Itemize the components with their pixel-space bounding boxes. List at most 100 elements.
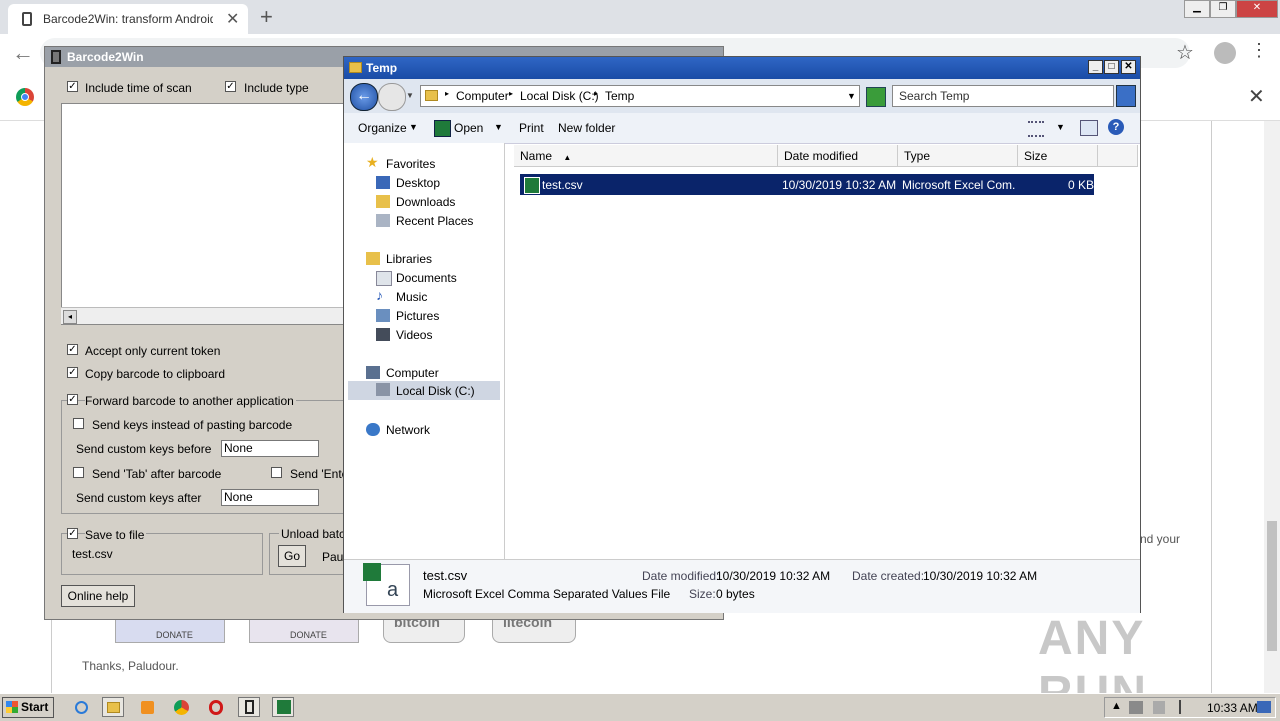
open-dropdown-icon[interactable]: ▼ (494, 122, 503, 132)
send-keys-instead-checkbox[interactable] (73, 418, 84, 429)
go-button[interactable]: Go (278, 545, 306, 567)
profile-avatar[interactable] (1214, 42, 1236, 64)
new-folder-button[interactable]: New folder (558, 121, 615, 135)
organize-dropdown-icon[interactable]: ▼ (409, 122, 418, 132)
organize-menu[interactable]: Organize (358, 121, 407, 135)
close-button[interactable]: ✕ (1121, 60, 1136, 74)
history-dropdown-icon[interactable]: ▼ (406, 91, 414, 100)
details-date-modified: 10/30/2019 10:32 AM (716, 569, 831, 583)
column-filler (1098, 145, 1138, 167)
page-text-fragment: nd your (1140, 532, 1181, 546)
volume-icon[interactable] (1153, 701, 1165, 714)
save-to-file-label: Save to file (85, 528, 147, 542)
view-options-icon[interactable] (1028, 121, 1044, 137)
network-tray-icon[interactable] (1129, 701, 1143, 714)
disk-icon (376, 383, 390, 396)
nav-favorites-label: Favorites (386, 157, 436, 171)
view-dropdown-icon[interactable]: ▼ (1056, 122, 1065, 132)
address-dropdown-icon[interactable]: ▼ (847, 91, 856, 101)
new-tab-button[interactable]: + (260, 4, 273, 30)
browser-menu-icon[interactable]: ⋮ (1250, 40, 1268, 61)
infobar-close-icon[interactable]: ✕ (1248, 84, 1265, 109)
crumb-computer[interactable]: Computer (456, 89, 509, 103)
send-tab-label: Send 'Tab' after barcode (92, 467, 222, 481)
nav-documents-label: Documents (396, 271, 457, 285)
column-type[interactable]: Type (898, 145, 1018, 167)
online-help-button[interactable]: Online help (61, 585, 135, 607)
search-icon[interactable] (1116, 85, 1136, 107)
search-input[interactable]: Search Temp (892, 85, 1114, 107)
custom-before-input[interactable]: None (221, 440, 319, 457)
file-row[interactable]: test.csv 10/30/2019 10:32 AM Microsoft E… (520, 174, 1094, 195)
send-enter-checkbox[interactable] (271, 467, 282, 478)
crumb-local-disk[interactable]: Local Disk (C:) (520, 89, 599, 103)
crumb-temp[interactable]: Temp (605, 89, 634, 103)
maximize-button[interactable]: □ (1104, 60, 1119, 74)
copy-clipboard-label: Copy barcode to clipboard (85, 367, 226, 381)
column-name[interactable]: Name ▲ (514, 145, 778, 167)
chrome-taskbar-icon[interactable] (170, 697, 192, 717)
nav-pictures-label: Pictures (396, 309, 440, 323)
tab-close-icon[interactable]: ✕ (226, 9, 239, 29)
back-arrow-icon[interactable]: ← (12, 40, 34, 66)
barcode2win-taskbar-icon[interactable] (238, 697, 260, 717)
accept-token-checkbox[interactable]: ✓ (67, 344, 78, 355)
videos-icon (376, 328, 390, 341)
details-file-name: test.csv (423, 568, 468, 583)
media-player-icon[interactable] (136, 697, 158, 717)
ie-icon[interactable] (70, 697, 92, 717)
column-date[interactable]: Date modified (778, 145, 898, 167)
custom-after-input[interactable]: None (221, 489, 319, 506)
scan-list[interactable] (61, 103, 353, 325)
window-restore-button[interactable]: ❐ (1210, 0, 1236, 18)
start-button[interactable]: Start (2, 697, 54, 718)
scrollbar-thumb[interactable] (1267, 521, 1277, 651)
breadcrumb[interactable]: ▸ Computer ▸ Local Disk (C:) ▸ Temp ▼ (420, 85, 860, 107)
nav-network-label: Network (386, 423, 431, 437)
save-to-file-checkbox[interactable]: ✓ (67, 528, 78, 539)
opera-icon[interactable] (204, 697, 226, 717)
window-minimize-button[interactable]: ▁ (1184, 0, 1210, 18)
star-icon: ★ (366, 154, 379, 170)
pause-button[interactable]: Pau (322, 550, 343, 564)
documents-icon (376, 271, 392, 286)
system-tray: ▲ 10:33 AM (1104, 697, 1276, 718)
column-size[interactable]: Size (1018, 145, 1098, 167)
clock[interactable]: 10:33 AM (1207, 701, 1258, 715)
send-tab-checkbox[interactable] (73, 467, 84, 478)
include-time-checkbox[interactable]: ✓ (67, 81, 78, 92)
forward-checkbox[interactable]: ✓ (67, 394, 78, 405)
forward-button[interactable] (378, 83, 406, 111)
preview-pane-icon[interactable] (1080, 120, 1098, 136)
copy-clipboard-checkbox[interactable]: ✓ (67, 367, 78, 378)
excel-taskbar-icon[interactable] (272, 697, 294, 717)
help-icon[interactable]: ? (1108, 119, 1124, 135)
tray-expand-icon[interactable]: ▲ (1111, 700, 1122, 712)
action-center-flag-icon[interactable] (1179, 700, 1189, 714)
explorer-taskbar-icon[interactable] (102, 697, 124, 717)
show-desktop-icon[interactable] (1257, 701, 1271, 713)
refresh-icon[interactable] (866, 87, 886, 107)
scroll-left-icon[interactable]: ◂ (63, 310, 77, 324)
nav-libraries-label: Libraries (386, 252, 433, 266)
save-file-name: test.csv (72, 547, 113, 561)
music-icon: ♪ (376, 287, 383, 303)
open-button[interactable]: Open (454, 121, 483, 135)
browser-tab[interactable]: Barcode2Win: transform Android de ✕ (8, 4, 248, 34)
folder-icon (425, 90, 438, 101)
file-name: test.csv (542, 178, 583, 192)
details-date-created: 10/30/2019 10:32 AM (923, 569, 1038, 583)
excel-icon (434, 120, 451, 137)
csv-large-icon: a (363, 563, 410, 606)
print-button[interactable]: Print (519, 121, 544, 135)
window-close-button[interactable]: ✕ (1236, 0, 1278, 18)
include-type-checkbox[interactable]: ✓ (225, 81, 236, 92)
barcode2win-title: Barcode2Win (67, 50, 144, 64)
page-scrollbar[interactable] (1264, 121, 1280, 693)
nav-local-disk[interactable]: Local Disk (C:) (348, 381, 500, 400)
nav-computer-label: Computer (386, 366, 439, 380)
back-button[interactable]: ← (350, 83, 378, 111)
bookmark-star-icon[interactable]: ☆ (1176, 40, 1194, 65)
scan-list-hscroll[interactable]: ◂ (61, 307, 351, 324)
minimize-button[interactable]: _ (1088, 60, 1103, 74)
